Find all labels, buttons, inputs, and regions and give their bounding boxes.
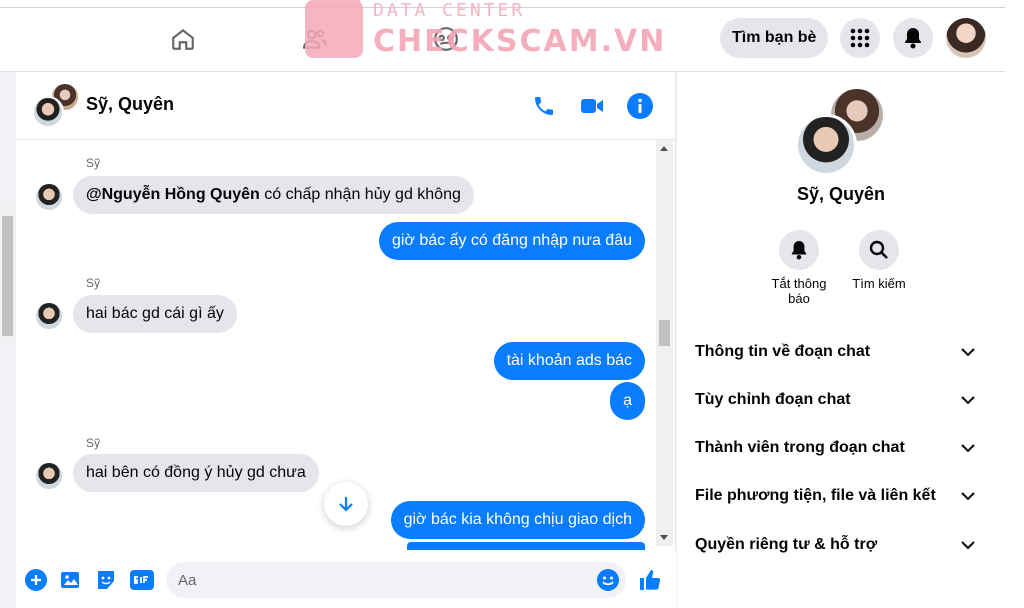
chat-scrollbar[interactable]: [656, 140, 673, 546]
chevron-down-icon: [959, 487, 977, 505]
message-bubble-incoming[interactable]: hai bên có đồng ý hủy gd chưa: [73, 454, 319, 492]
sender-avatar[interactable]: [34, 182, 64, 212]
message-input[interactable]: Aa: [166, 562, 626, 598]
chat-panel: Sỹ, Quyên Sỹ @Nguyễn Hồng Quyên có chấp …: [16, 72, 676, 608]
window-right-edge: [1005, 0, 1024, 608]
section-chat-info[interactable]: Thông tin về đoạn chat: [695, 332, 977, 372]
section-privacy-support[interactable]: Quyền riêng tư & hỗ trợ: [695, 525, 977, 565]
message-bubble-outgoing[interactable]: ạ: [610, 382, 645, 420]
group-avatar[interactable]: [32, 82, 80, 130]
chevron-down-icon: [959, 343, 977, 361]
search-icon: [859, 230, 899, 270]
mute-notifications-action[interactable]: Tắt thông báo: [759, 230, 839, 306]
message-bubble-outgoing[interactable]: tài khoản ads bác: [493, 342, 645, 380]
sender-avatar[interactable]: [34, 461, 64, 491]
phone-call-icon[interactable]: [530, 92, 558, 120]
emoji-icon[interactable]: [596, 568, 620, 592]
photo-icon[interactable]: [59, 568, 83, 592]
thumbs-up-icon[interactable]: [638, 568, 662, 592]
conversation-info-panel: Sỹ, Quyên Tắt thông báo Tìm kiếm Thông t…: [677, 72, 1005, 608]
page-scrollbar[interactable]: [0, 200, 15, 340]
sender-name: Sỹ: [86, 276, 101, 290]
section-label: Quyền riêng tư & hỗ trợ: [695, 536, 878, 553]
sender-avatar[interactable]: [34, 301, 64, 331]
mute-notifications-label: Tắt thông báo: [771, 276, 827, 306]
message-text: có chấp nhận hủy gd không: [259, 186, 461, 203]
scroll-to-bottom-button[interactable]: [324, 482, 368, 526]
account-avatar[interactable]: [946, 18, 986, 58]
menu-grid-icon[interactable]: [840, 18, 880, 58]
conversation-name: Sỹ, Quyên: [796, 184, 886, 204]
sticker-icon[interactable]: [94, 568, 118, 592]
plus-icon[interactable]: [24, 568, 48, 592]
video-call-icon[interactable]: [578, 92, 606, 120]
page-scrollbar-thumb[interactable]: [2, 216, 13, 336]
groups-icon[interactable]: [431, 24, 461, 54]
section-label: File phương tiện, file và liên kết: [695, 487, 936, 504]
chat-title[interactable]: Sỹ, Quyên: [86, 94, 174, 115]
scroll-up-arrow-icon[interactable]: [660, 146, 668, 151]
message-bubble-outgoing[interactable]: giờ bác ấy có đăng nhập nưa đâu: [378, 222, 645, 260]
section-chat-members[interactable]: Thành viên trong đoạn chat: [695, 428, 977, 468]
chat-scrollbar-thumb[interactable]: [659, 320, 670, 346]
home-icon[interactable]: [168, 24, 198, 54]
search-label: Tìm kiếm: [852, 276, 906, 291]
member-avatar-sy: [32, 96, 64, 128]
chevron-down-icon: [959, 536, 977, 554]
scroll-down-arrow-icon[interactable]: [660, 535, 668, 540]
section-media-files-links[interactable]: File phương tiện, file và liên kết: [695, 476, 977, 516]
message-bubble-incoming[interactable]: @Nguyễn Hồng Quyên có chấp nhận hủy gd k…: [73, 176, 474, 214]
search-in-conversation-action[interactable]: Tìm kiếm: [839, 230, 919, 291]
sender-name: Sỹ: [86, 436, 101, 450]
notifications-bell-icon[interactable]: [893, 18, 933, 58]
chat-header: Sỹ, Quyên: [16, 72, 676, 140]
bell-icon: [779, 230, 819, 270]
gif-icon[interactable]: [129, 568, 155, 592]
conversation-info-icon[interactable]: [626, 92, 654, 120]
message-composer: Aa: [16, 552, 676, 608]
section-label: Tùy chỉnh đoạn chat: [695, 391, 851, 408]
window-edge-line: [0, 7, 1005, 8]
message-bubble-incoming[interactable]: hai bác gd cái gì ấy: [73, 295, 237, 333]
top-navigation-bar: DATA CENTER CHECKSCAM.VN Tìm bạn bè: [0, 0, 1024, 72]
message-bubble-outgoing-partial[interactable]: [407, 542, 645, 550]
member-avatar-sy[interactable]: [795, 114, 857, 176]
section-label: Thông tin về đoạn chat: [695, 343, 871, 360]
sender-name: Sỹ: [86, 156, 101, 170]
arrow-down-icon: [339, 497, 353, 512]
section-customize-chat[interactable]: Tùy chỉnh đoạn chat: [695, 380, 977, 420]
section-label: Thành viên trong đoạn chat: [695, 439, 905, 456]
watermark-line2: CHECKSCAM.VN: [373, 24, 667, 59]
watermark-line1: DATA CENTER: [373, 0, 526, 21]
chevron-down-icon: [959, 391, 977, 409]
mention[interactable]: @Nguyễn Hồng Quyên: [86, 186, 260, 204]
message-bubble-outgoing[interactable]: giờ bác kia không chịu giao dịch: [390, 501, 645, 539]
friends-icon[interactable]: [300, 24, 330, 54]
find-friends-button[interactable]: Tìm bạn bè: [720, 18, 829, 58]
chevron-down-icon: [959, 439, 977, 457]
